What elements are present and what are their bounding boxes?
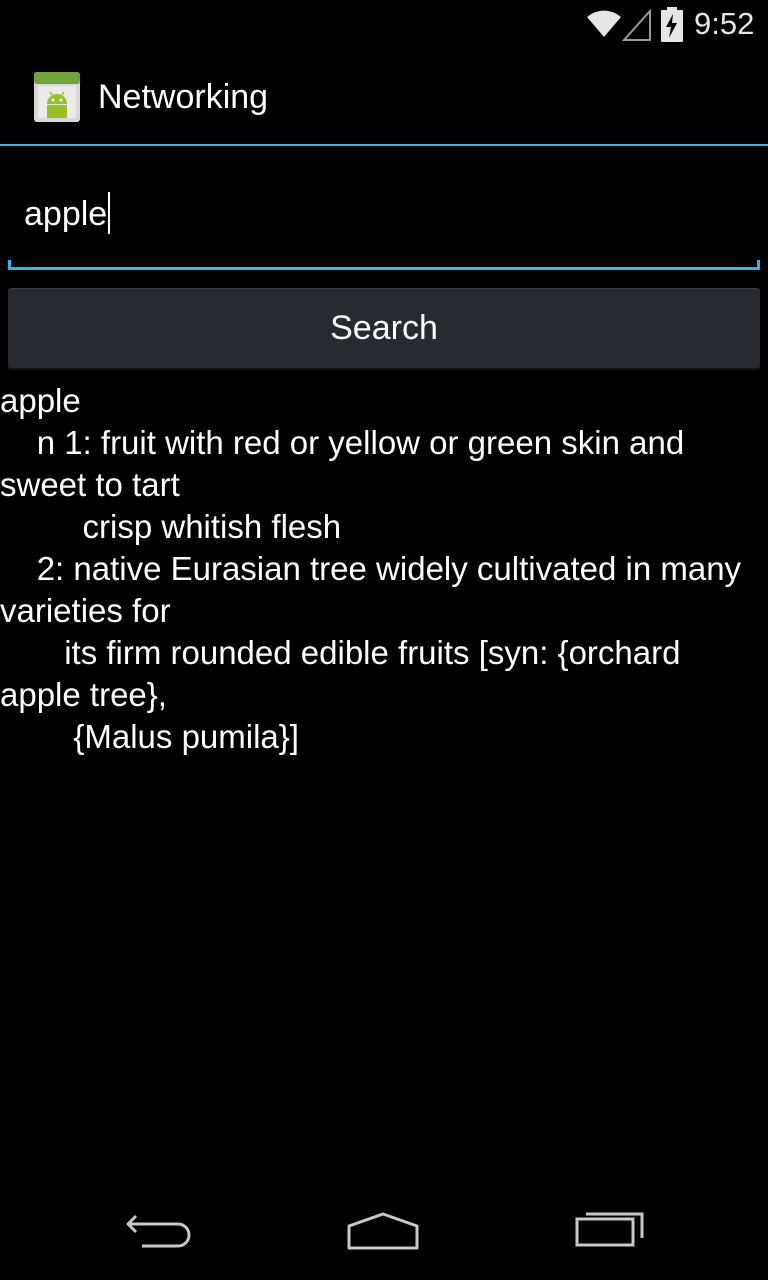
status-clock: 9:52 xyxy=(694,6,755,41)
cell-signal-icon xyxy=(621,8,652,45)
back-icon[interactable] xyxy=(124,1208,196,1252)
battery-charging-icon xyxy=(660,7,684,47)
home-icon[interactable] xyxy=(345,1208,421,1254)
wifi-icon xyxy=(586,8,622,42)
search-input[interactable]: apple xyxy=(8,168,760,270)
search-input-underline xyxy=(8,260,760,270)
status-bar: 9:52 xyxy=(0,0,768,50)
app-title: Networking xyxy=(98,78,269,116)
navigation-bar xyxy=(0,1184,768,1280)
search-input-value[interactable]: apple xyxy=(24,192,111,234)
action-bar: Networking xyxy=(0,50,768,146)
recents-icon[interactable] xyxy=(574,1208,646,1252)
text-cursor xyxy=(108,192,111,234)
definition-result-text: apple n 1: fruit with red or yellow or g… xyxy=(0,382,742,755)
search-button[interactable]: Search xyxy=(8,288,760,368)
android-app-icon[interactable] xyxy=(33,70,81,128)
